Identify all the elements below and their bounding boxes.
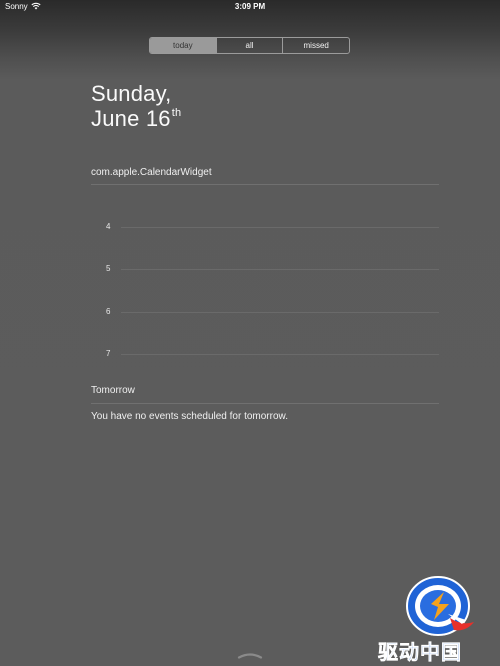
hour-line (121, 312, 439, 313)
hour-line (121, 354, 439, 355)
status-time: 3:09 PM (234, 2, 266, 11)
calendar-widget-title: com.apple.CalendarWidget (91, 167, 212, 178)
hour-line (121, 227, 439, 228)
hour-label: 4 (106, 222, 111, 231)
hour-row: 4 (91, 222, 439, 234)
hour-label: 6 (106, 307, 111, 316)
watermark-text: 驱动中国 (378, 642, 462, 665)
hour-label: 5 (106, 264, 111, 273)
status-bar: Sonny 3:09 PM (0, 0, 500, 14)
no-events-message: You have no events scheduled for tomorro… (91, 411, 288, 422)
date-suffix: th (171, 106, 182, 119)
date-day: Sunday, (91, 81, 172, 106)
hour-row: 7 (91, 349, 439, 361)
hour-row: 5 (91, 264, 439, 276)
date-month-day-text: June 16 (91, 106, 171, 131)
hour-label: 7 (106, 349, 111, 358)
tab-missed[interactable]: missed (282, 38, 349, 53)
view-segmented-control: today all missed (149, 37, 350, 54)
notification-center-screen: Sonny 3:09 PM today all missed Sunday, J… (0, 0, 500, 666)
chevron-handle-icon[interactable] (237, 651, 263, 659)
tomorrow-divider (91, 403, 439, 404)
hour-row: 6 (91, 307, 439, 319)
hour-line (121, 269, 439, 270)
tab-all[interactable]: all (215, 38, 283, 53)
date-month-day: June 16th (91, 106, 181, 132)
q-logo-icon (406, 576, 474, 636)
tab-today[interactable]: today (150, 38, 216, 53)
widget-divider (91, 184, 439, 185)
tomorrow-section-title: Tomorrow (91, 385, 135, 396)
